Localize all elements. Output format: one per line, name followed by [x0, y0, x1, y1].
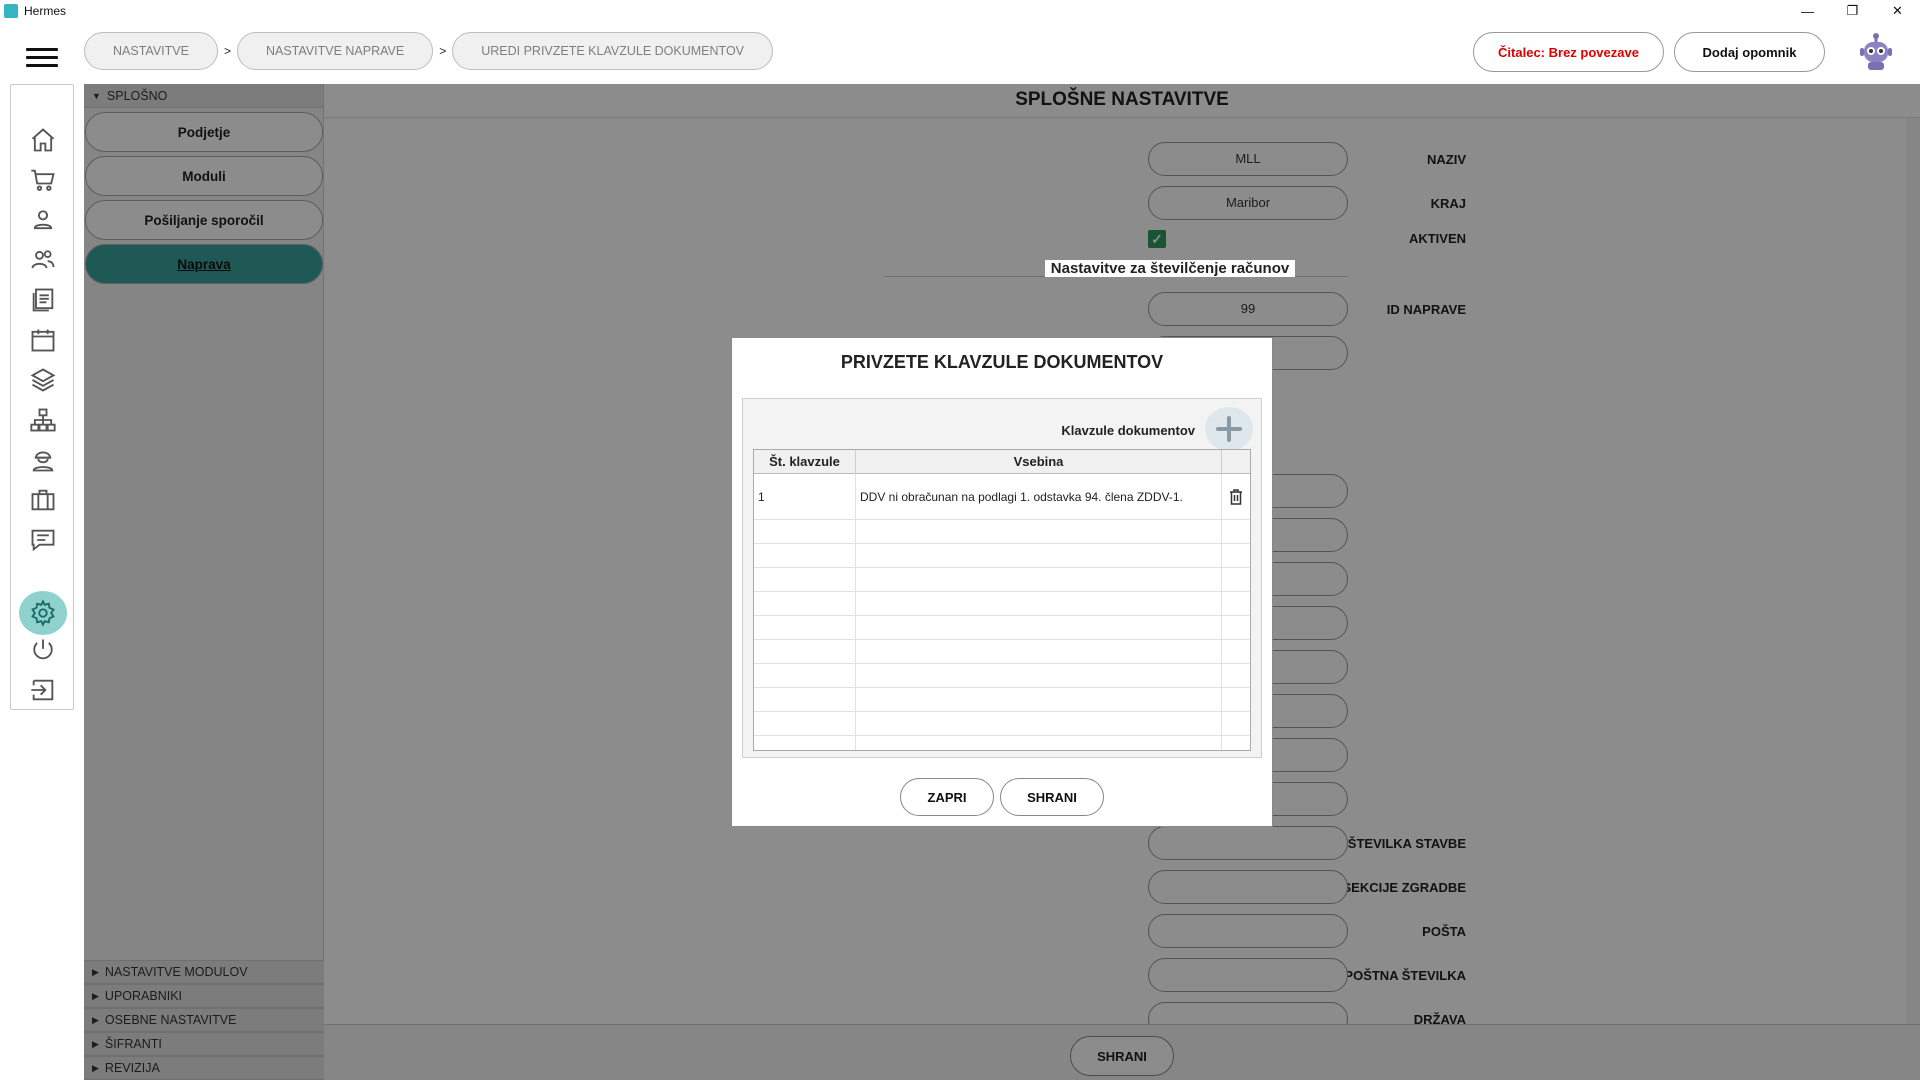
table-row	[754, 616, 1250, 640]
plus-icon	[1216, 416, 1242, 442]
layers-icon[interactable]	[23, 363, 63, 397]
column-header-actions	[1222, 450, 1250, 474]
cell	[856, 640, 1222, 663]
cart-icon[interactable]	[23, 163, 63, 197]
cell	[1222, 712, 1250, 735]
logout-icon[interactable]	[23, 673, 63, 707]
restore-button[interactable]: ❐	[1830, 0, 1875, 22]
cell	[1222, 688, 1250, 711]
modal-save-button[interactable]: SHRANI	[1000, 778, 1104, 816]
add-clause-button[interactable]	[1205, 407, 1253, 451]
window-titlebar: Hermes — ❐ ✕	[0, 0, 1920, 22]
breadcrumb-nastavitve[interactable]: NASTAVITVE	[84, 32, 218, 70]
cell	[856, 736, 1222, 750]
breadcrumb: NASTAVITVE > NASTAVITVE NAPRAVE > UREDI …	[84, 32, 773, 70]
cell	[856, 520, 1222, 543]
cell	[856, 568, 1222, 591]
table-row	[754, 640, 1250, 664]
documents-icon[interactable]	[23, 283, 63, 317]
worker-icon[interactable]	[23, 443, 63, 477]
cell	[856, 544, 1222, 567]
cell	[1222, 592, 1250, 615]
cell	[754, 640, 856, 663]
cell	[1222, 616, 1250, 639]
robot-avatar-icon[interactable]	[1858, 32, 1894, 72]
cell	[856, 616, 1222, 639]
breadcrumb-nastavitve-naprave[interactable]: NASTAVITVE NAPRAVE	[236, 32, 434, 70]
cell	[856, 688, 1222, 711]
cell	[754, 616, 856, 639]
table-row	[754, 736, 1250, 750]
section-title-text: Nastavitve za številčenje računov	[1044, 260, 1296, 277]
table-row	[754, 592, 1250, 616]
table-row	[754, 568, 1250, 592]
table-row	[754, 712, 1250, 736]
delete-clause-trash-icon[interactable]	[1222, 474, 1250, 519]
window-title: Hermes	[24, 4, 67, 18]
cell	[754, 688, 856, 711]
table-row	[754, 664, 1250, 688]
cell	[1222, 736, 1250, 750]
cell	[856, 592, 1222, 615]
clauses-panel-label: Klavzule dokumentov	[1061, 423, 1195, 438]
user-icon[interactable]	[23, 203, 63, 237]
table-row	[754, 544, 1250, 568]
cell	[754, 568, 856, 591]
cell	[754, 712, 856, 735]
modal-title: PRIVZETE KLAVZULE DOKUMENTOV	[840, 352, 1164, 372]
clause-number: 1	[754, 474, 856, 519]
cell	[856, 664, 1222, 687]
table-row[interactable]: 1 DDV ni obračunan na podlagi 1. odstavk…	[754, 474, 1250, 520]
close-window-button[interactable]: ✕	[1875, 0, 1920, 22]
cell	[754, 592, 856, 615]
power-icon[interactable]	[23, 633, 63, 667]
users-icon[interactable]	[23, 243, 63, 277]
table-row	[754, 688, 1250, 712]
breadcrumb-separator: >	[439, 44, 447, 58]
window-controls: — ❐ ✕	[1785, 0, 1920, 22]
clause-content: DDV ni obračunan na podlagi 1. odstavka …	[856, 474, 1222, 519]
top-header: NASTAVITVE > NASTAVITVE NAPRAVE > UREDI …	[0, 22, 1920, 84]
app-icon	[4, 4, 18, 18]
home-icon[interactable]	[23, 123, 63, 157]
column-header-content[interactable]: Vsebina	[856, 450, 1222, 474]
settings-icon[interactable]	[19, 591, 67, 635]
cell	[1222, 544, 1250, 567]
briefcase-icon[interactable]	[23, 483, 63, 517]
clauses-panel: Klavzule dokumentov Št. klavzule Vsebina…	[742, 398, 1262, 758]
clauses-modal: PRIVZETE KLAVZULE DOKUMENTOV Klavzule do…	[731, 337, 1273, 827]
table-row	[754, 520, 1250, 544]
column-header-num[interactable]: Št. klavzule	[754, 450, 856, 474]
icon-rail	[10, 84, 74, 710]
cell	[1222, 568, 1250, 591]
minimize-button[interactable]: —	[1785, 0, 1830, 22]
table-header: Št. klavzule Vsebina	[754, 450, 1250, 474]
breadcrumb-uredi-klavzule[interactable]: UREDI PRIVZETE KLAVZULE DOKUMENTOV	[452, 32, 773, 70]
clauses-table: Št. klavzule Vsebina 1 DDV ni obračunan …	[753, 449, 1251, 751]
hamburger-menu-icon[interactable]	[26, 48, 58, 68]
cell	[754, 664, 856, 687]
cell	[856, 712, 1222, 735]
add-reminder-button[interactable]: Dodaj opomnik	[1674, 32, 1825, 72]
cell	[1222, 640, 1250, 663]
modal-close-button[interactable]: ZAPRI	[900, 778, 994, 816]
cell	[1222, 664, 1250, 687]
breadcrumb-separator: >	[223, 44, 231, 58]
calendar-icon[interactable]	[23, 323, 63, 357]
cell	[754, 736, 856, 750]
cell	[754, 544, 856, 567]
chat-icon[interactable]	[23, 523, 63, 557]
cell	[1222, 520, 1250, 543]
cell	[754, 520, 856, 543]
network-icon[interactable]	[23, 403, 63, 437]
reader-status-button[interactable]: Čitalec: Brez povezave	[1473, 32, 1664, 72]
